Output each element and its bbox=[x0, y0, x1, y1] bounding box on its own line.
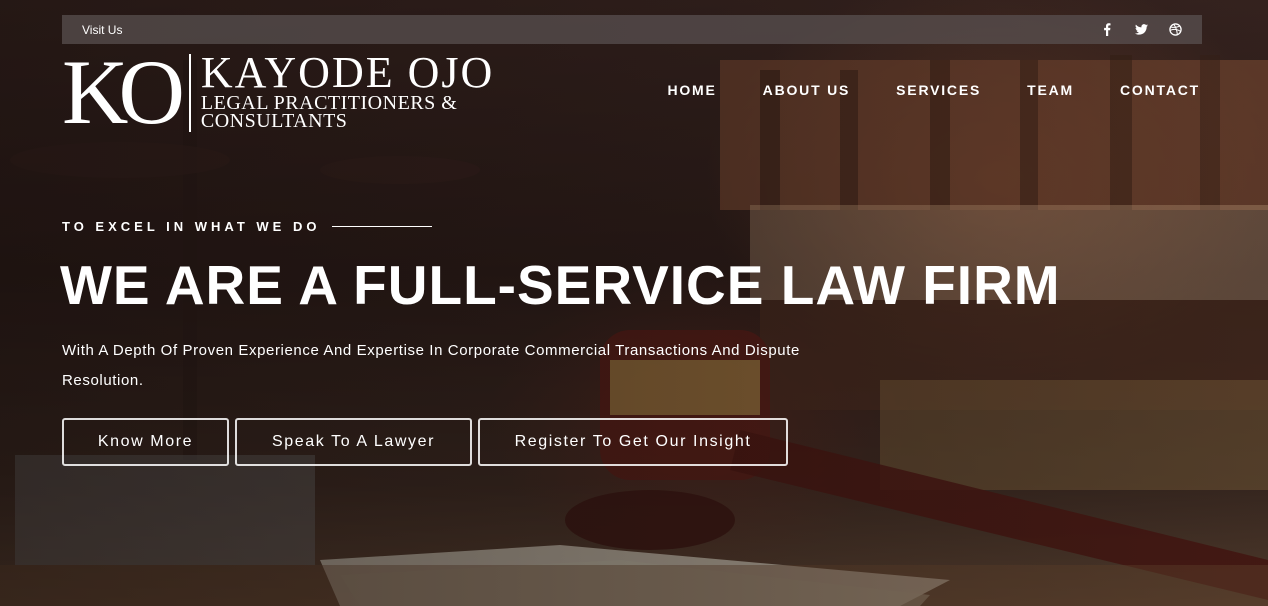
site-logo[interactable]: KO KAYODE OJO LEGAL PRACTITIONERS & CONS… bbox=[62, 46, 494, 138]
register-insight-button[interactable]: Register To Get Our Insight bbox=[478, 418, 788, 466]
hero-buttons: Know More Speak To A Lawyer Register To … bbox=[62, 418, 788, 466]
logo-subtitle-line2: CONSULTANTS bbox=[200, 110, 348, 132]
logo-divider bbox=[188, 54, 191, 132]
logo-firm-name: KAYODE OJO bbox=[200, 48, 495, 97]
know-more-button[interactable]: Know More bbox=[62, 418, 229, 466]
speak-to-lawyer-button[interactable]: Speak To A Lawyer bbox=[235, 418, 472, 466]
hero-subtext-line1: With A Depth Of Proven Experience And Ex… bbox=[62, 342, 800, 359]
main-nav: HOME ABOUT US SERVICES TEAM CONTACT bbox=[667, 82, 1200, 98]
social-links bbox=[1100, 23, 1182, 37]
top-bar: Visit Us bbox=[62, 15, 1202, 44]
hero-subtext: With A Depth Of Proven Experience And Ex… bbox=[62, 336, 862, 396]
tagline-rule bbox=[332, 226, 433, 227]
hero-tagline: TO EXCEL IN WHAT WE DO bbox=[62, 219, 433, 234]
hero-section: Visit Us KO KAYODE OJO LEGAL PRACTITIONE… bbox=[0, 0, 1268, 606]
tagline-text: TO EXCEL IN WHAT WE DO bbox=[62, 219, 321, 234]
hero-subtext-line2: Resolution. bbox=[62, 372, 144, 389]
nav-contact[interactable]: CONTACT bbox=[1120, 82, 1200, 98]
nav-about-us[interactable]: ABOUT US bbox=[763, 82, 851, 98]
nav-team[interactable]: TEAM bbox=[1027, 82, 1074, 98]
logo-monogram: KO bbox=[62, 41, 185, 143]
twitter-icon[interactable] bbox=[1134, 23, 1148, 37]
hero-headline: WE ARE A FULL-SERVICE LAW FIRM bbox=[60, 254, 1061, 316]
visit-us-link[interactable]: Visit Us bbox=[82, 23, 122, 37]
dribbble-icon[interactable] bbox=[1168, 23, 1182, 37]
nav-services[interactable]: SERVICES bbox=[896, 82, 981, 98]
nav-home[interactable]: HOME bbox=[667, 82, 716, 98]
logo-text: KAYODE OJO LEGAL PRACTITIONERS & CONSULT… bbox=[200, 48, 495, 132]
facebook-icon[interactable] bbox=[1100, 23, 1114, 37]
